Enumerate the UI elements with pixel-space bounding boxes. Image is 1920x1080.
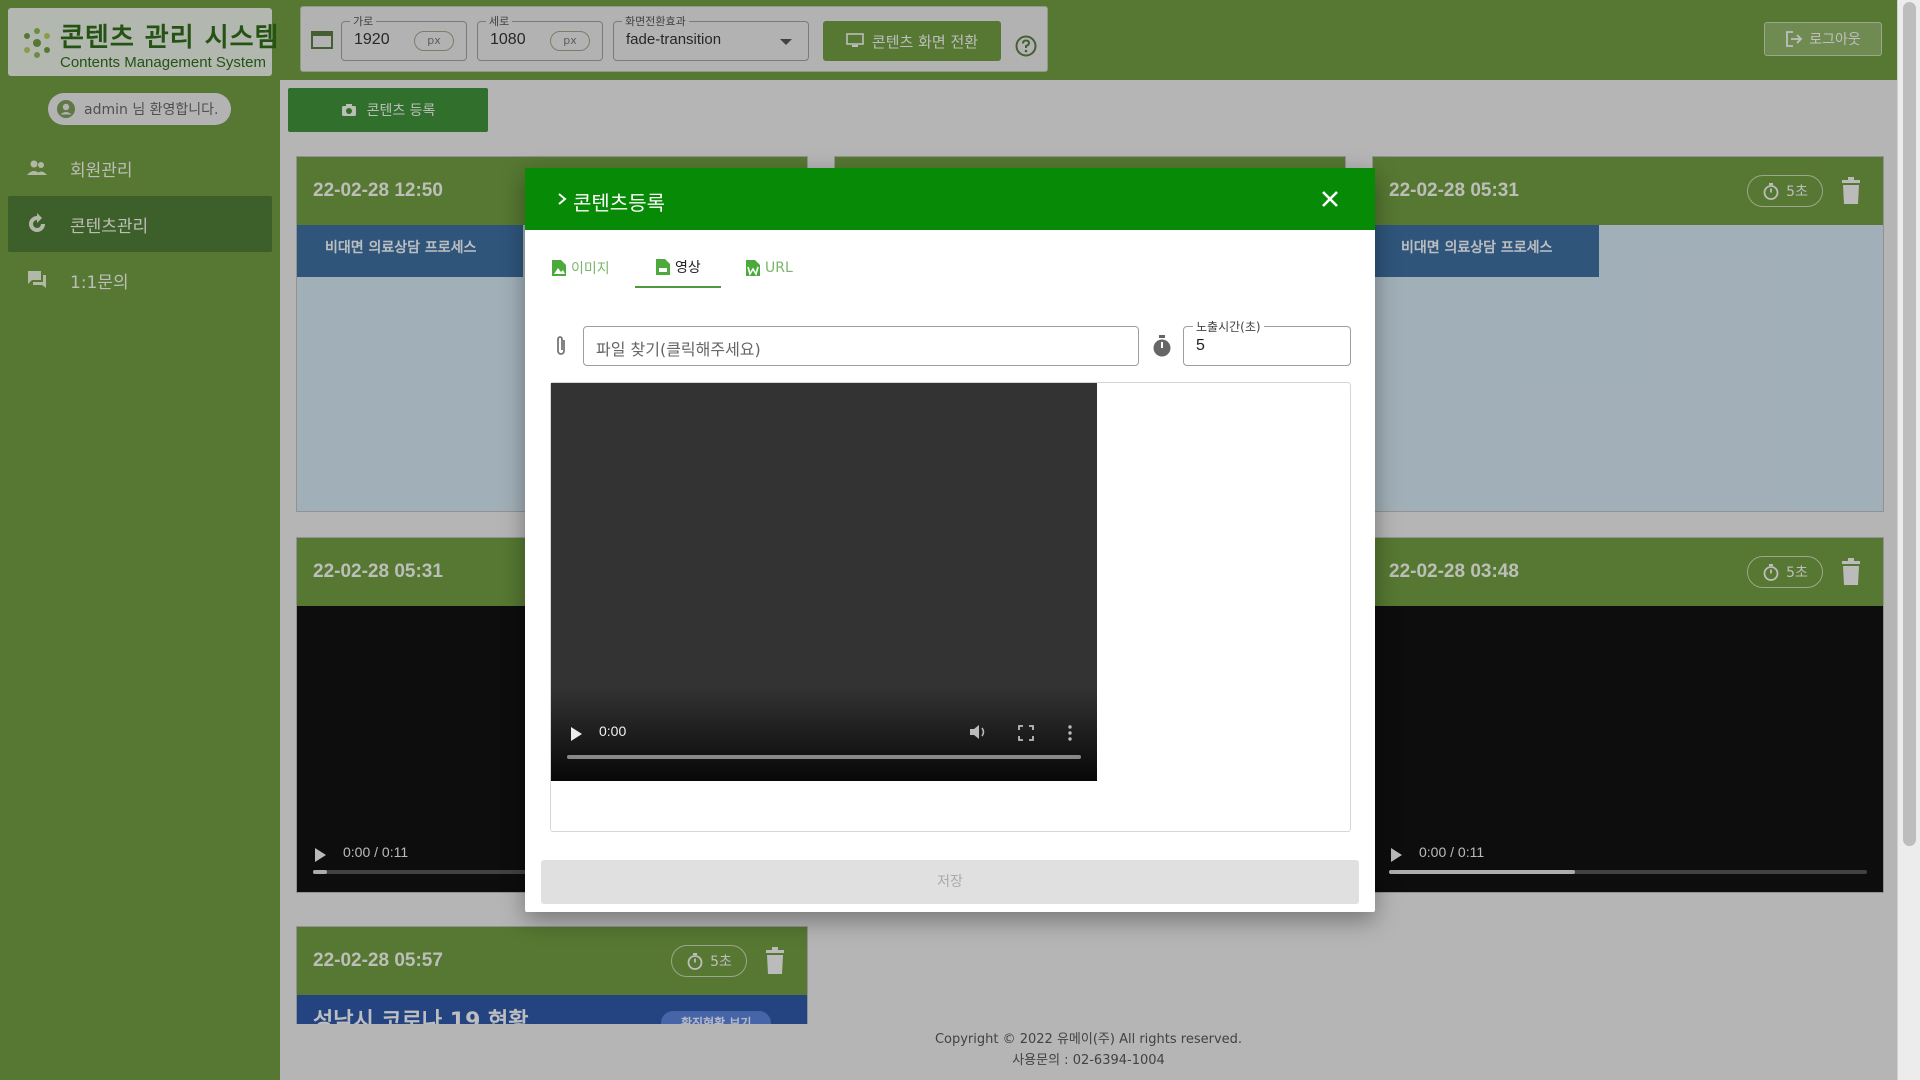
tab-video[interactable]: 영상 <box>635 248 721 288</box>
duration-value: 5 <box>1196 337 1205 354</box>
tab-label: 이미지 <box>571 261 610 277</box>
duration-field[interactable]: 노출시간(초) 5 <box>1183 318 1351 366</box>
play-icon[interactable] <box>571 727 582 741</box>
tab-label: 영상 <box>675 260 701 276</box>
close-icon[interactable] <box>1321 190 1339 208</box>
more-vertical-icon[interactable] <box>1067 724 1073 742</box>
tab-url[interactable]: URL <box>745 248 793 288</box>
image-file-icon <box>552 260 566 276</box>
tab-label: URL <box>765 260 793 276</box>
video-controls-gradient <box>551 686 1097 781</box>
video-preview[interactable]: 0:00 <box>551 383 1097 781</box>
video-file-icon <box>656 259 670 275</box>
scrollbar-thumb[interactable] <box>1903 2 1916 846</box>
page-scrollbar[interactable] <box>1897 0 1920 1080</box>
chevron-right-icon <box>558 193 567 205</box>
paperclip-icon <box>557 336 565 355</box>
dialog-title: 콘텐츠등록 <box>573 191 665 215</box>
content-register-dialog: 콘텐츠등록 이미지 영상 URL 파일 찾기(클릭해주세요) 노출시간(초) 5… <box>525 168 1375 912</box>
file-picker-input[interactable]: 파일 찾기(클릭해주세요) <box>583 326 1139 366</box>
volume-icon[interactable] <box>969 724 987 740</box>
duration-label: 노출시간(초) <box>1193 318 1264 335</box>
video-time: 0:00 <box>599 723 627 739</box>
video-progress-track[interactable] <box>567 755 1081 759</box>
tab-image[interactable]: 이미지 <box>551 248 610 288</box>
save-button[interactable]: 저장 <box>541 860 1359 904</box>
fullscreen-icon[interactable] <box>1018 725 1034 741</box>
stopwatch-icon <box>1153 335 1171 357</box>
word-file-icon <box>746 260 760 276</box>
dialog-header: 콘텐츠등록 <box>525 168 1375 230</box>
